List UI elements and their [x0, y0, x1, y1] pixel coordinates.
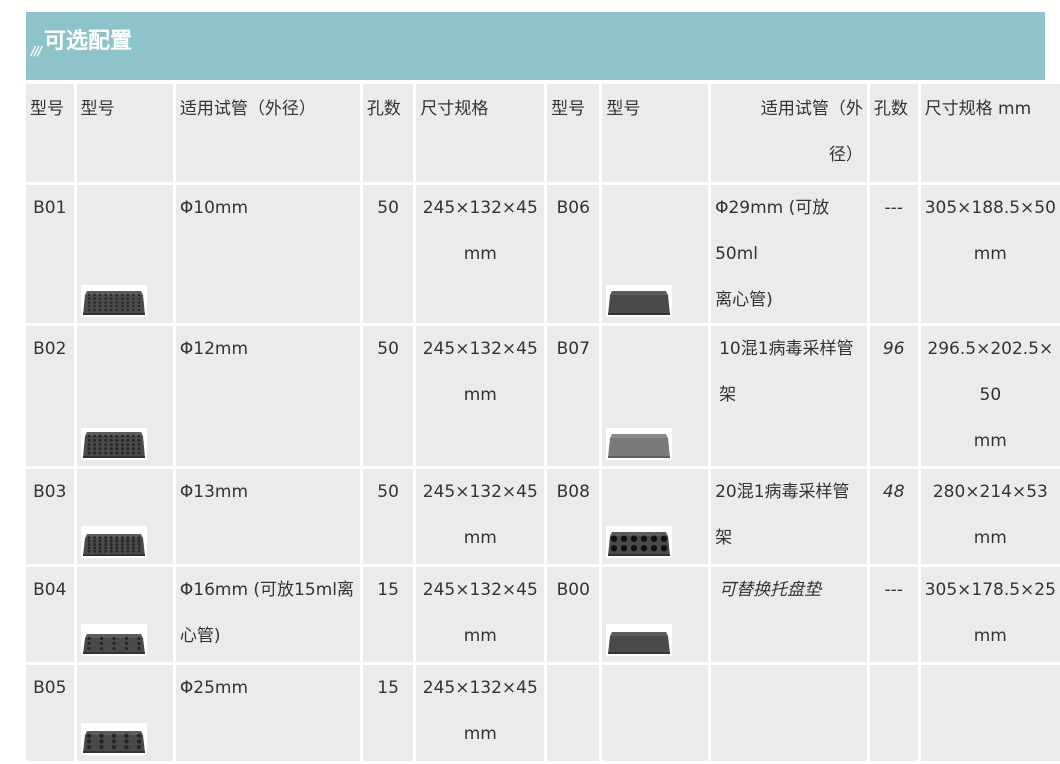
- tube-spec: Φ13mm: [175, 469, 360, 564]
- foam-rack-13mm-image: [80, 526, 147, 558]
- product-image-cell: [76, 469, 173, 564]
- foam-rack-10in1-image: [606, 428, 673, 460]
- model-code: B03: [26, 469, 74, 564]
- tube-spec: Φ25mm: [175, 665, 360, 761]
- size-spec-right: 305×178.5×25 mm: [920, 567, 1060, 662]
- hole-count: 50: [362, 469, 414, 564]
- product-image-cell: [602, 326, 709, 466]
- product-image-cell: [602, 185, 709, 323]
- tray-pad-image: [606, 624, 673, 656]
- tube-spec-right: 20混1病毒采样管架: [711, 469, 867, 564]
- hole-count-right: 96: [869, 326, 918, 466]
- table-row: B01 Φ10mm 50 245×132×45 mm B06 Φ29mm (可放50ml …: [26, 185, 1060, 323]
- model-code: B02: [26, 326, 74, 466]
- foam-rack-25mm-image: [80, 723, 147, 755]
- table-row: B02 Φ12mm 50 245×132×45 mm B07 10混1病毒采样管架 96 29…: [26, 326, 1060, 466]
- hole-count: 50: [362, 185, 414, 323]
- header-model-image: 型号: [76, 84, 173, 182]
- foam-rack-10mm-image: [80, 285, 147, 317]
- foam-rack-12mm-image: [80, 428, 147, 460]
- hole-count-right: [869, 665, 918, 761]
- header-size: 尺寸规格: [416, 84, 545, 182]
- section-mark: ///: [31, 44, 42, 58]
- size-spec-right: [920, 665, 1060, 761]
- hole-count-right: 48: [869, 469, 918, 564]
- foam-rack-29mm-image: [606, 285, 673, 317]
- model-code-right: B00: [547, 567, 600, 662]
- hole-count: 15: [362, 567, 414, 662]
- model-code-right: [547, 665, 600, 761]
- tube-spec: Φ10mm: [175, 185, 360, 323]
- product-image-cell: [602, 567, 709, 662]
- header-tube: 适用试管（外径）: [175, 84, 360, 182]
- hole-count: 50: [362, 326, 414, 466]
- model-code-right: B07: [547, 326, 600, 466]
- size-spec-right: 305×188.5×50 mm: [920, 185, 1060, 323]
- tube-spec-right: [711, 665, 867, 761]
- header-model-code: 型号: [26, 84, 74, 182]
- header-holes-right: 孔数: [869, 84, 918, 182]
- foam-rack-16mm-image: [80, 624, 147, 656]
- tube-spec-right: Φ29mm (可放50ml 离心管): [711, 185, 867, 323]
- hole-count: 15: [362, 665, 414, 761]
- section-title: 可选配置: [44, 29, 133, 54]
- tube-spec: Φ16mm (可放15ml离 心管): [175, 567, 360, 662]
- size-spec: 245×132×45 mm: [416, 567, 545, 662]
- model-code-right: B08: [547, 469, 600, 564]
- header-row: 型号 型号 适用试管（外径） 孔数 尺寸规格 型号 型号 适用试管（外 径） 孔…: [26, 84, 1060, 182]
- model-code-right: B06: [547, 185, 600, 323]
- header-holes: 孔数: [362, 84, 414, 182]
- model-code: B01: [26, 185, 74, 323]
- foam-rack-20in1-image: [606, 526, 673, 558]
- hole-count-right: ---: [869, 567, 918, 662]
- product-image-cell: [602, 665, 709, 761]
- model-code: B05: [26, 665, 74, 761]
- size-spec: 245×132×45 mm: [416, 185, 545, 323]
- section-banner: /// 可选配置: [26, 12, 1045, 80]
- config-table: 型号 型号 适用试管（外径） 孔数 尺寸规格 型号 型号 适用试管（外 径） 孔…: [23, 81, 1060, 764]
- tube-spec-right: 10混1病毒采样管架: [711, 326, 867, 466]
- product-image-cell: [76, 665, 173, 761]
- table-row: B05 Φ25mm 15 245×132×45 mm: [26, 665, 1060, 761]
- header-size-right: 尺寸规格 mm: [920, 84, 1060, 182]
- product-image-cell: [602, 469, 709, 564]
- size-spec-right: 280×214×53 mm: [920, 469, 1060, 564]
- header-model-code-right: 型号: [547, 84, 600, 182]
- table-row: B03 Φ13mm 50 245×132×45 mm B08 20混1病毒采样管架 48 28…: [26, 469, 1060, 564]
- size-spec: 245×132×45 mm: [416, 469, 545, 564]
- size-spec-right: 296.5×202.5× 50 mm: [920, 326, 1060, 466]
- product-image-cell: [76, 326, 173, 466]
- tube-spec: Φ12mm: [175, 326, 360, 466]
- product-image-cell: [76, 185, 173, 323]
- model-code: B04: [26, 567, 74, 662]
- table-row: B04 Φ16mm (可放15ml离 心管) 15 245×132×45 mm B00 可…: [26, 567, 1060, 662]
- hole-count-right: ---: [869, 185, 918, 323]
- header-tube-right: 适用试管（外 径）: [711, 84, 867, 182]
- size-spec: 245×132×45 mm: [416, 665, 545, 761]
- header-model-image-right: 型号: [602, 84, 709, 182]
- tube-spec-right: 可替换托盘垫: [711, 567, 867, 662]
- size-spec: 245×132×45 mm: [416, 326, 545, 466]
- product-image-cell: [76, 567, 173, 662]
